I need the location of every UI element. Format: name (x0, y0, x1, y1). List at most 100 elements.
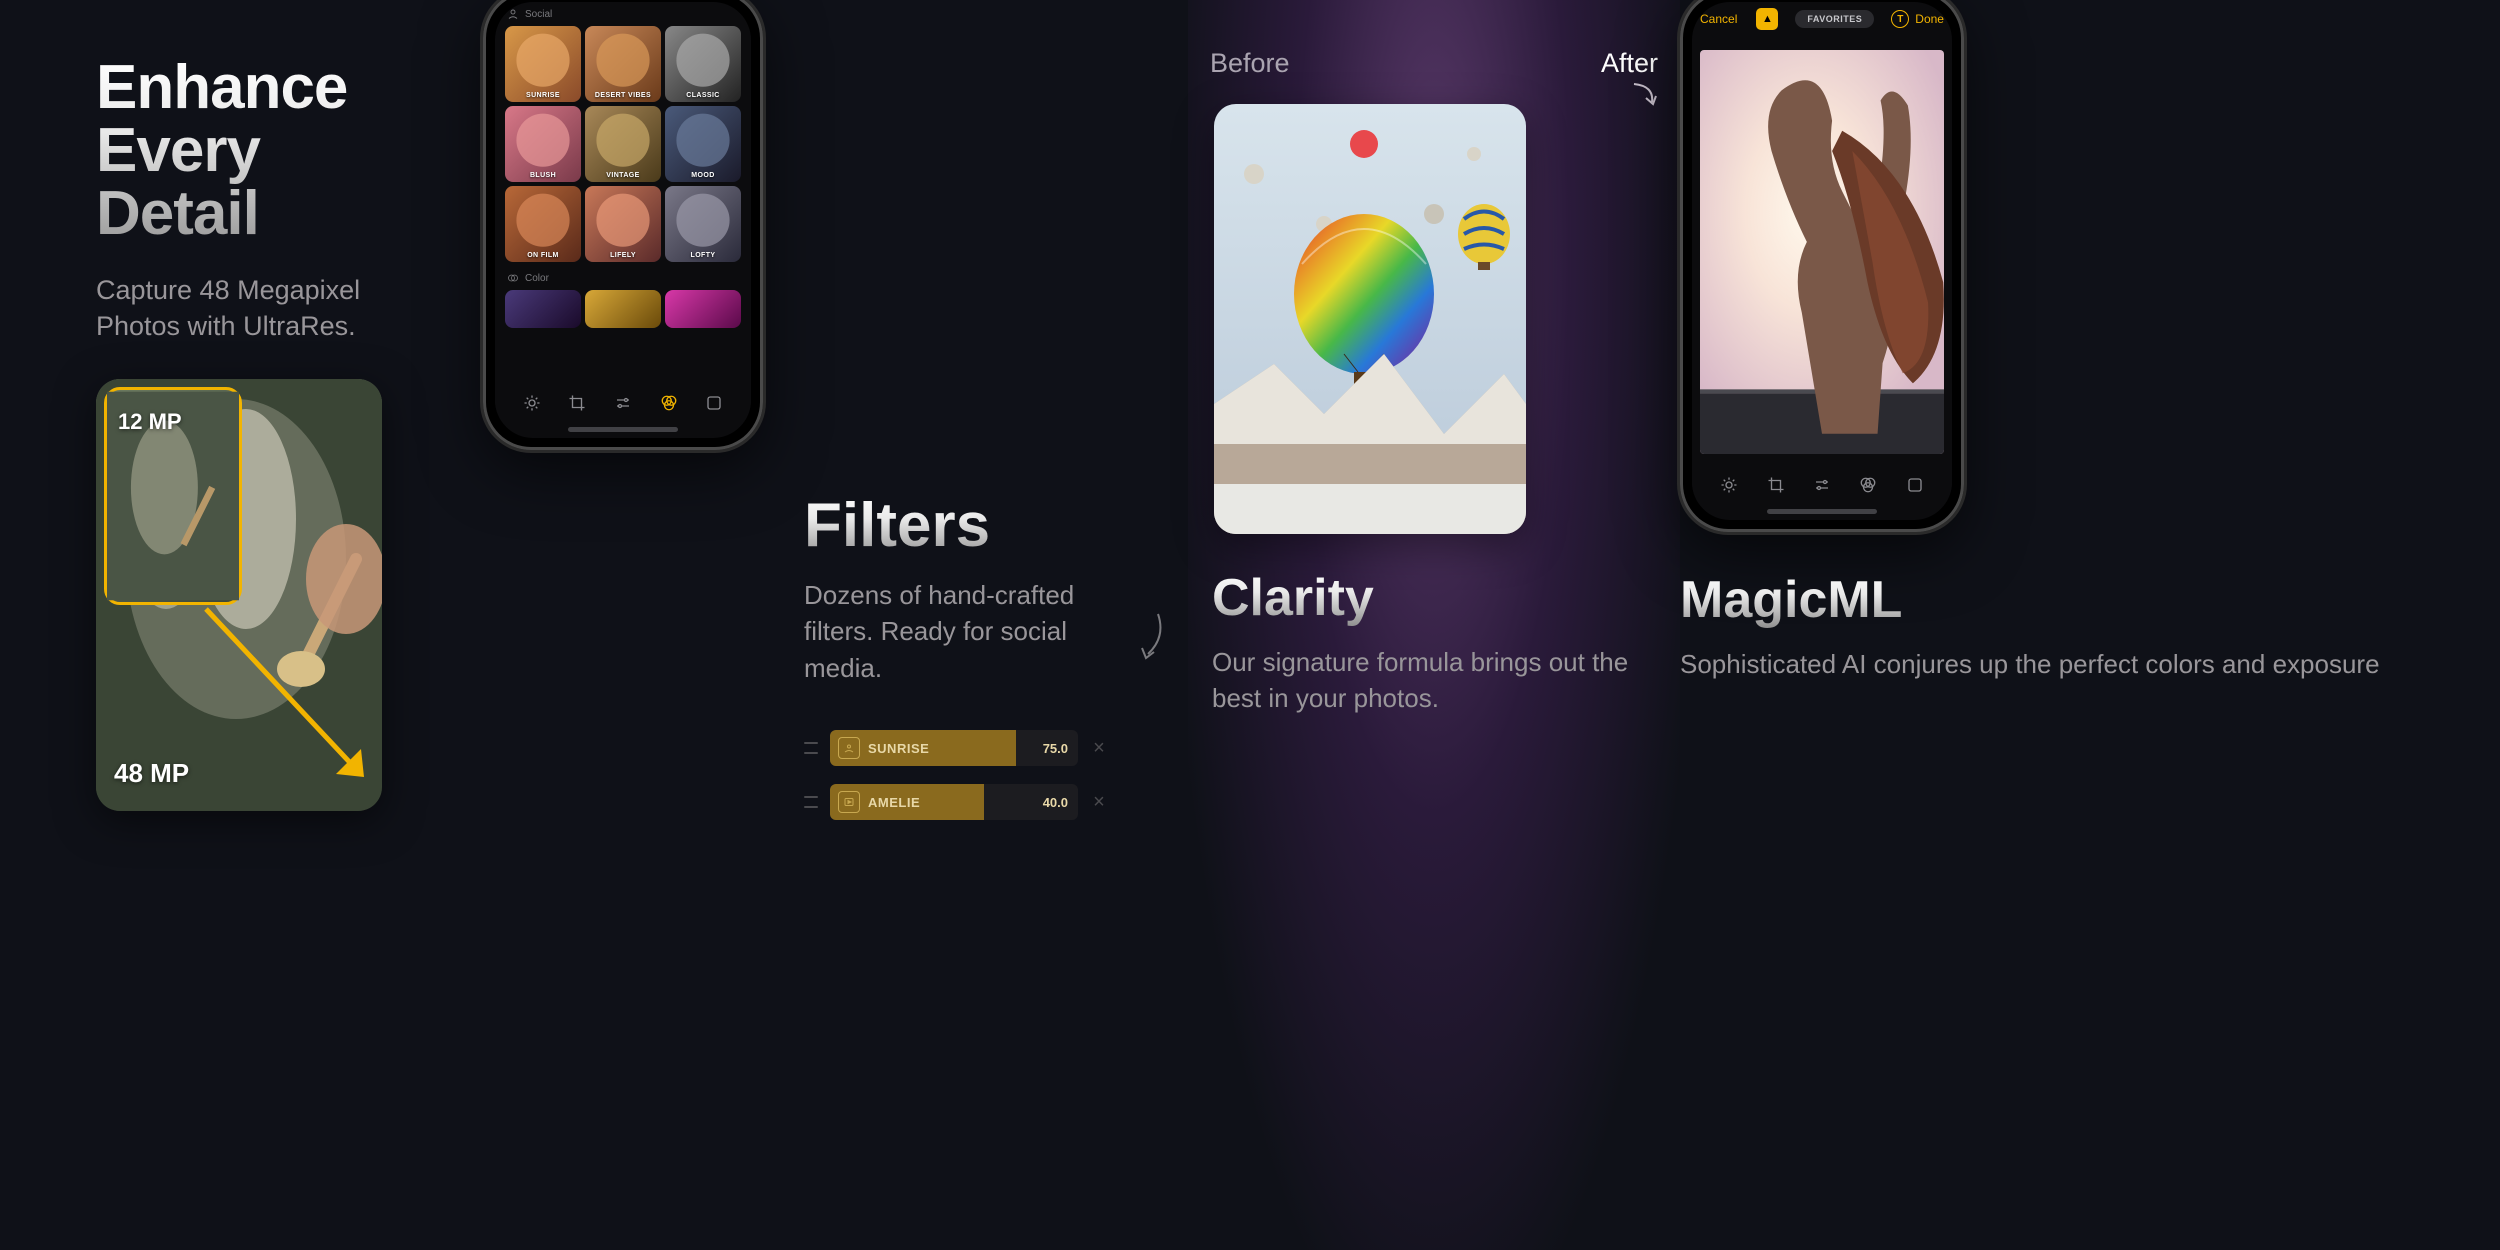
filter-label: LIFELY (585, 252, 661, 259)
favorites-pill[interactable]: FAVORITES (1795, 10, 1874, 28)
editor-image (1700, 50, 1944, 454)
done-button[interactable]: Done (1915, 12, 1944, 26)
filter-sunrise[interactable]: SUNRISE (505, 26, 581, 102)
phone-screen: Social SUNRISE DESERT VIBES CLASSIC BLUS… (495, 2, 751, 438)
section-label: Social (525, 9, 552, 20)
tab-frame-icon[interactable] (1904, 474, 1926, 496)
filter-thumb-icon (838, 737, 860, 759)
text-tool-icon[interactable]: T (1891, 10, 1909, 28)
thumb-image (665, 26, 741, 102)
tab-filters-icon[interactable] (658, 392, 680, 414)
thumb-image (585, 26, 661, 102)
filter-section-color: Color (495, 266, 751, 286)
panel-magicml: Cancel ▲ FAVORITES T Done (1680, 0, 2500, 1250)
filter-blush[interactable]: BLUSH (505, 106, 581, 182)
filter-on-film[interactable]: ON FILM (505, 186, 581, 262)
phone-mockup-editor: Cancel ▲ FAVORITES T Done (1680, 0, 1964, 532)
portrait-image (1700, 50, 1944, 454)
label-12mp: 12 MP (118, 409, 182, 435)
filter-grid-social: SUNRISE DESERT VIBES CLASSIC BLUSH VINTA… (495, 22, 751, 266)
drag-handle-icon[interactable] (804, 796, 818, 808)
slider-name: SUNRISE (868, 741, 929, 756)
phone-screen: Cancel ▲ FAVORITES T Done (1692, 2, 1952, 520)
filter-section-social: Social (495, 2, 751, 22)
before-after-labels: Before After (1210, 48, 1658, 79)
panel-filters-text: Filters Dozens of hand-crafted filters. … (798, 0, 1188, 1250)
tab-crop-icon[interactable] (566, 392, 588, 414)
filter-label: MOOD (665, 172, 741, 179)
tab-adjust-icon[interactable] (612, 392, 634, 414)
cancel-button[interactable]: Cancel (1700, 12, 1737, 26)
filter-color-3[interactable] (665, 290, 741, 328)
venn-icon (507, 272, 519, 284)
filter-label: BLUSH (505, 172, 581, 179)
slider-row-sunrise: SUNRISE 75.0 × (804, 730, 1108, 766)
hero-subtitle: Capture 48 Megapixel Photos with UltraRe… (96, 272, 448, 345)
filters-title: Filters (804, 490, 1108, 561)
slider-name: AMELIE (868, 795, 920, 810)
tab-filters-icon[interactable] (1857, 474, 1879, 496)
remove-slider-button[interactable]: × (1090, 791, 1108, 814)
panel-enhance: Enhance Every Detail Capture 48 Megapixe… (0, 0, 448, 1250)
filter-grid-color (495, 286, 751, 328)
filter-thumb-icon (838, 791, 860, 813)
filter-desert-vibes[interactable]: DESERT VIBES (585, 26, 661, 102)
slider-amelie[interactable]: AMELIE 40.0 (830, 784, 1078, 820)
panel-clarity: Before After (1188, 0, 1680, 1250)
tab-exposure-icon[interactable] (1718, 474, 1740, 496)
magicml-text: MagicML Sophisticated AI conjures up the… (1680, 570, 2460, 682)
thumb-image (585, 106, 661, 182)
slider-value: 40.0 (1043, 795, 1068, 810)
filter-mood[interactable]: MOOD (665, 106, 741, 182)
clarity-subtitle: Our signature formula brings out the bes… (1212, 644, 1650, 717)
app-logo-icon[interactable]: ▲ (1756, 8, 1778, 30)
filter-lifely[interactable]: LIFELY (585, 186, 661, 262)
tab-adjust-icon[interactable] (1811, 474, 1833, 496)
editor-topbar: Cancel ▲ FAVORITES T Done (1700, 8, 1944, 30)
title-line: Enhance (96, 56, 448, 119)
thumb-image (585, 186, 661, 262)
clarity-title: Clarity (1212, 568, 1650, 628)
panel-filter-phone: Social SUNRISE DESERT VIBES CLASSIC BLUS… (448, 0, 798, 1250)
after-label: After (1601, 48, 1658, 79)
tab-frame-icon[interactable] (703, 392, 725, 414)
remove-slider-button[interactable]: × (1090, 737, 1108, 760)
filter-label: DESERT VIBES (585, 92, 661, 99)
magicml-title: MagicML (1680, 570, 2460, 630)
title-line: Every (96, 119, 448, 182)
filter-vintage[interactable]: VINTAGE (585, 106, 661, 182)
thumb-image (665, 106, 741, 182)
filter-classic[interactable]: CLASSIC (665, 26, 741, 102)
curved-arrow-icon (1138, 612, 1168, 662)
filter-label: LOFTY (665, 252, 741, 259)
balloon-scene (1214, 104, 1526, 534)
phone-mockup-filters: Social SUNRISE DESERT VIBES CLASSIC BLUS… (483, 0, 763, 450)
thumb-image (505, 26, 581, 102)
tab-exposure-icon[interactable] (521, 392, 543, 414)
slider-sunrise[interactable]: SUNRISE 75.0 (830, 730, 1078, 766)
section-label: Color (525, 273, 549, 284)
person-icon (507, 8, 519, 20)
filter-label: VINTAGE (585, 172, 661, 179)
curved-arrow-icon (1630, 80, 1658, 108)
slider-value: 75.0 (1043, 741, 1068, 756)
label-48mp: 48 MP (114, 758, 189, 789)
home-indicator (568, 427, 678, 432)
filter-label: SUNRISE (505, 92, 581, 99)
drag-handle-icon[interactable] (804, 742, 818, 754)
clarity-text: Clarity Our signature formula brings out… (1212, 568, 1650, 717)
before-label: Before (1210, 48, 1290, 79)
tool-tabs (495, 386, 751, 420)
filter-color-1[interactable] (505, 290, 581, 328)
filter-label: CLASSIC (665, 92, 741, 99)
thumb-image (505, 186, 581, 262)
home-indicator (1767, 509, 1877, 514)
resolution-comparison-card: 12 MP 48 MP (96, 379, 382, 811)
slider-row-amelie: AMELIE 40.0 × (804, 784, 1108, 820)
filters-subtitle: Dozens of hand-crafted filters. Ready fo… (804, 577, 1108, 686)
title-line: Detail (96, 182, 448, 245)
tab-crop-icon[interactable] (1765, 474, 1787, 496)
thumb-image (505, 106, 581, 182)
filter-lofty[interactable]: LOFTY (665, 186, 741, 262)
filter-color-2[interactable] (585, 290, 661, 328)
